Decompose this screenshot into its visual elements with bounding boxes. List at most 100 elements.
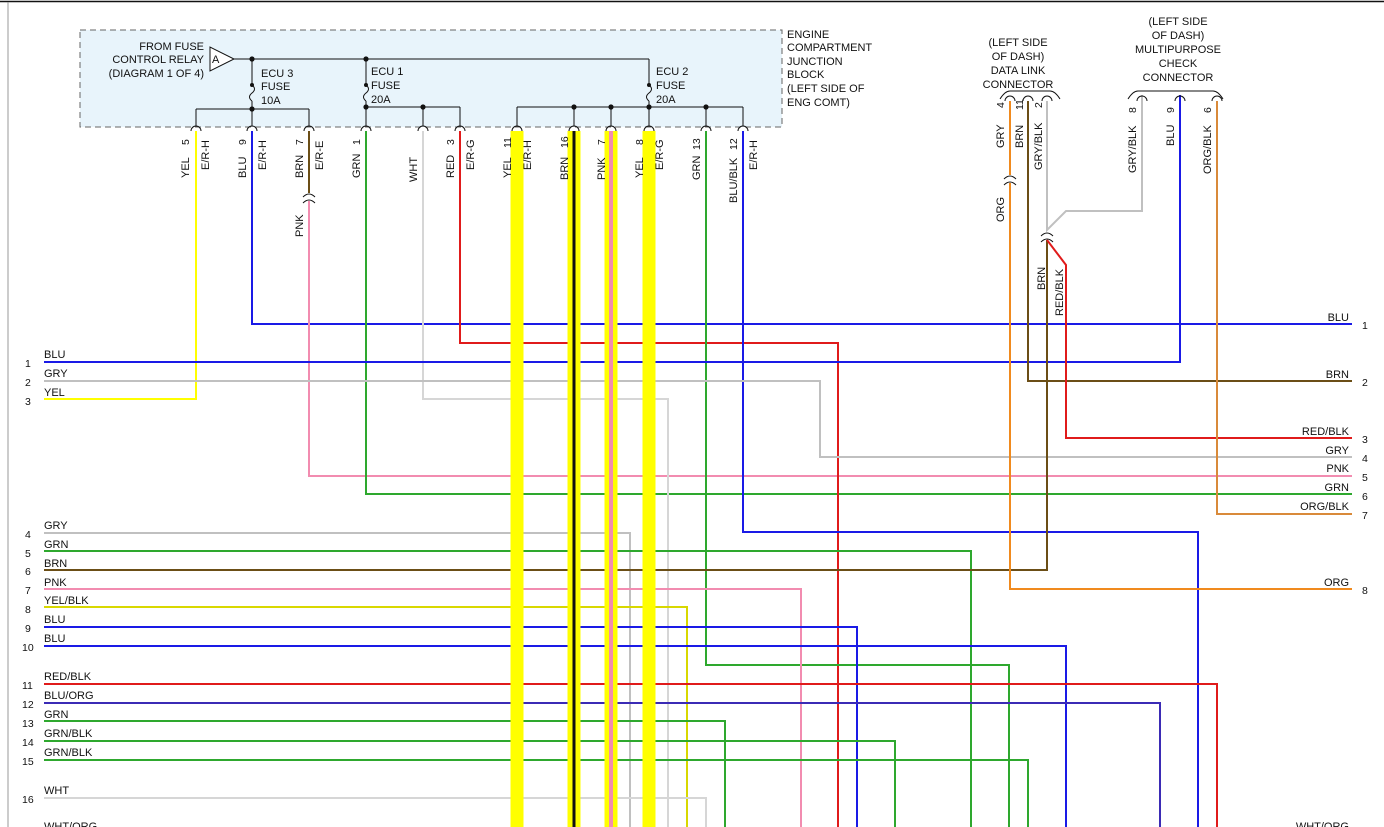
term-12-conn: E/R-H	[748, 140, 760, 170]
fuse-ecu1-line-3: 20A	[371, 94, 391, 106]
dlc-org-label: ORG	[995, 197, 1007, 222]
left-num-1: 1	[25, 358, 31, 370]
fuse-ecu2-line-1: ECU 2	[656, 66, 688, 78]
jb-title-3: JUNCTION	[787, 56, 843, 68]
right-num-1: 1	[1362, 320, 1368, 332]
wiring-diagram: FROM FUSE CONTROL RELAY (DIAGRAM 1 OF 4)…	[0, 0, 1384, 827]
left-color-1: BLU	[44, 349, 65, 361]
term-1-pin: 1	[351, 139, 363, 145]
left-color-6: BRN	[44, 558, 67, 570]
term-8-conn: E/R-G	[654, 139, 666, 170]
left-color-11: RED/BLK	[44, 671, 92, 683]
mpc-title-2: OF DASH)	[1152, 30, 1205, 42]
right-color-6: GRN	[1325, 482, 1350, 494]
dlc-title-2: OF DASH)	[992, 51, 1045, 63]
term-5-wire: YEL	[180, 157, 192, 178]
term-7b-pin: 7	[596, 139, 608, 145]
left-color-7: PNK	[44, 577, 67, 589]
jb-title-2: COMPARTMENT	[787, 42, 872, 54]
left-num-9: 9	[25, 623, 31, 635]
right-color-9: WHT/ORG	[1296, 821, 1349, 827]
mpc-title-1: (LEFT SIDE	[1148, 16, 1207, 28]
term-7-wire: BRN	[294, 155, 306, 178]
left-color-2: GRY	[44, 368, 68, 380]
term-12-pin: 12	[728, 138, 740, 150]
fuse-ecu3-line-1: ECU 3	[261, 68, 293, 80]
right-color-1: BLU	[1328, 312, 1349, 324]
from-relay-line-1: FROM FUSE	[139, 41, 204, 53]
mpc-pin-6: 6	[1202, 107, 1214, 113]
term-11-conn: E/R-H	[522, 140, 534, 170]
mpc-title-4: CHECK	[1159, 58, 1198, 70]
left-num-7: 7	[25, 585, 31, 597]
left-color-15: GRN/BLK	[44, 747, 93, 759]
jb-title-6: ENG COMT)	[787, 97, 850, 109]
right-color-4: GRY	[1325, 445, 1349, 457]
left-color-14: GRN/BLK	[44, 728, 93, 740]
right-num-6: 6	[1362, 491, 1368, 503]
dlc-pin-2: 2	[1033, 102, 1045, 108]
dlc-title-4: CONNECTOR	[983, 79, 1054, 91]
mpc-pin-9: 9	[1165, 107, 1177, 113]
term-13-pin: 13	[691, 138, 703, 150]
jb-title-4: BLOCK	[787, 69, 825, 81]
left-color-17: WHT/ORG	[44, 821, 97, 827]
dlc-labels: (LEFT SIDE OF DASH) DATA LINK CONNECTOR …	[983, 37, 1066, 316]
jb-title-5: (LEFT SIDE OF	[787, 83, 865, 95]
term-3-wire: RED	[445, 155, 457, 178]
right-wire-labels: BLU 1 BRN 2 RED/BLK 3 GRY 4 PNK 5 GRN 6 …	[1296, 312, 1368, 827]
right-color-5: PNK	[1326, 463, 1349, 475]
mpc-pin-6-wire: ORG/BLK	[1202, 124, 1214, 174]
right-num-3: 3	[1362, 434, 1368, 446]
fuse-ecu2-line-3: 20A	[656, 94, 676, 106]
dlc-connector	[999, 90, 1224, 102]
dlc-pin-11: 11	[1014, 99, 1026, 110]
dlc-pin-2-wire: GRY/BLK	[1033, 122, 1045, 170]
term-1-wire: GRN	[351, 154, 363, 179]
term-8-wire: YEL	[634, 157, 646, 178]
relay-tag: A	[212, 54, 220, 66]
term-3-pin: 3	[445, 139, 457, 145]
term-12-wire: BLU/BLK	[728, 157, 740, 203]
term-13-wire: GRN	[691, 156, 703, 181]
right-num-2: 2	[1362, 377, 1368, 389]
term-7-pin: 7	[294, 139, 306, 145]
left-num-14: 14	[22, 737, 34, 749]
left-color-5: GRN	[44, 539, 69, 551]
fuse-ecu1-line-2: FUSE	[371, 80, 400, 92]
mpc-pin-8: 8	[1127, 107, 1139, 113]
left-num-6: 6	[25, 566, 31, 578]
right-num-5: 5	[1362, 472, 1368, 484]
jb-title-1: ENGINE	[787, 29, 829, 41]
left-num-3: 3	[25, 396, 31, 408]
left-color-8: YEL/BLK	[44, 595, 89, 607]
left-num-10: 10	[22, 642, 34, 654]
term-9-wire: BLU	[237, 157, 249, 178]
left-num-15: 15	[22, 756, 34, 768]
fuse-ecu1-line-1: ECU 1	[371, 66, 403, 78]
left-num-12: 12	[22, 699, 34, 711]
splice-markers	[302, 175, 1054, 243]
dlc-brn-splice: BRN	[1036, 267, 1048, 290]
term-11-wire: YEL	[502, 157, 514, 178]
fuse-ecu3-line-3: 10A	[261, 95, 281, 107]
right-num-4: 4	[1362, 453, 1368, 465]
pnk-splice-label: PNK	[294, 214, 306, 237]
term-8-pin: 8	[634, 139, 646, 145]
wires	[44, 95, 1352, 827]
right-color-3: RED/BLK	[1302, 426, 1350, 438]
jb-terminal-labels: YEL 5 E/R-H BLU 9 E/R-H BRN 7 E/R-E PNK …	[180, 136, 760, 237]
mpc-title-5: CONNECTOR	[1143, 72, 1214, 84]
left-num-13: 13	[22, 718, 34, 730]
term-9-conn: E/R-H	[257, 140, 269, 170]
left-num-5: 5	[25, 548, 31, 560]
from-relay-line-2: CONTROL RELAY	[112, 54, 204, 66]
dlc-title-1: (LEFT SIDE	[988, 37, 1047, 49]
term-7b-wire: PNK	[596, 157, 608, 180]
mpc-title-3: MULTIPURPOSE	[1135, 44, 1221, 56]
term-5-conn: E/R-H	[200, 140, 212, 170]
left-color-13: GRN	[44, 709, 69, 721]
from-relay-line-3: (DIAGRAM 1 OF 4)	[109, 68, 204, 80]
term-11-pin: 11	[502, 137, 514, 148]
term-16-wire: BRN	[559, 157, 571, 180]
